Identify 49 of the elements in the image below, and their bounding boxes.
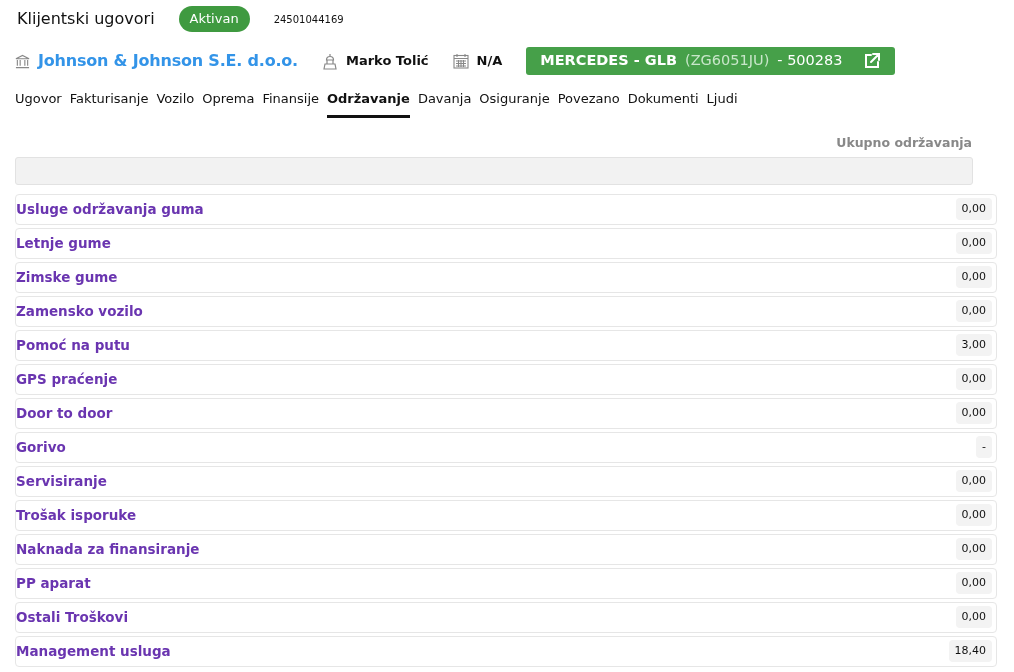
external-link-icon [862, 52, 881, 70]
cost-label: Zamensko vozilo [16, 301, 143, 321]
tab[interactable]: Povezano [557, 89, 620, 118]
cost-value: 0,00 [955, 571, 992, 595]
cost-label: GPS praćenje [16, 369, 118, 389]
cost-label: Gorivo [16, 437, 66, 457]
cost-value: 3,00 [955, 333, 992, 357]
cost-label: Zimske gume [16, 267, 118, 287]
cost-value: 0,00 [955, 265, 992, 289]
cost-value: 0,00 [955, 469, 992, 493]
tab[interactable]: Ugovor [15, 89, 62, 118]
status-badge: Aktivan [178, 6, 250, 32]
tab[interactable]: Osiguranje [479, 89, 550, 118]
cost-value: 0,00 [955, 401, 992, 425]
tab[interactable]: Održavanje [327, 89, 410, 118]
cost-label: PP aparat [16, 573, 91, 593]
tab[interactable]: Davanja [417, 89, 472, 118]
tab[interactable]: Vozilo [156, 89, 195, 118]
tab[interactable]: Fakturisanje [69, 89, 149, 118]
cost-value: 0,00 [955, 197, 992, 221]
cost-label: Pomoć na putu [16, 335, 130, 355]
tab[interactable]: Finansije [262, 89, 319, 118]
cost-label: Trošak isporuke [16, 505, 137, 525]
cost-label: Management usluga [16, 641, 171, 661]
tab[interactable]: Dokumenti [627, 89, 699, 118]
cost-label: Ostali Troškovi [16, 607, 129, 627]
cost-value: - [976, 435, 992, 459]
cost-value: 18,40 [948, 639, 992, 663]
tab[interactable]: Ljudi [706, 89, 738, 118]
contract-number: 24501044169 [273, 12, 344, 27]
cost-value: 0,00 [955, 231, 992, 255]
bank-icon [15, 53, 30, 69]
cost-value: 0,00 [955, 367, 992, 391]
tab[interactable]: Oprema [202, 89, 255, 118]
cost-label: Naknada za finansiranje [16, 539, 200, 559]
calendar-icon [452, 53, 469, 69]
cost-value: 0,00 [955, 299, 992, 323]
person-name: Marko Tolić [346, 52, 429, 71]
cost-value: 0,00 [955, 537, 992, 561]
cost-label: Usluge održavanja guma [16, 199, 204, 219]
cost-label: Door to door [16, 403, 113, 423]
cost-label: Letnje gume [16, 233, 111, 253]
date-value: N/A [476, 52, 503, 71]
cost-value: 0,00 [955, 503, 992, 527]
person-icon [322, 52, 338, 70]
page-title: Klijentski ugovori [17, 8, 155, 30]
total-label: Ukupno održavanja [836, 134, 972, 150]
cost-label: Servisiranje [16, 471, 107, 491]
cost-value: 0,00 [955, 605, 992, 629]
